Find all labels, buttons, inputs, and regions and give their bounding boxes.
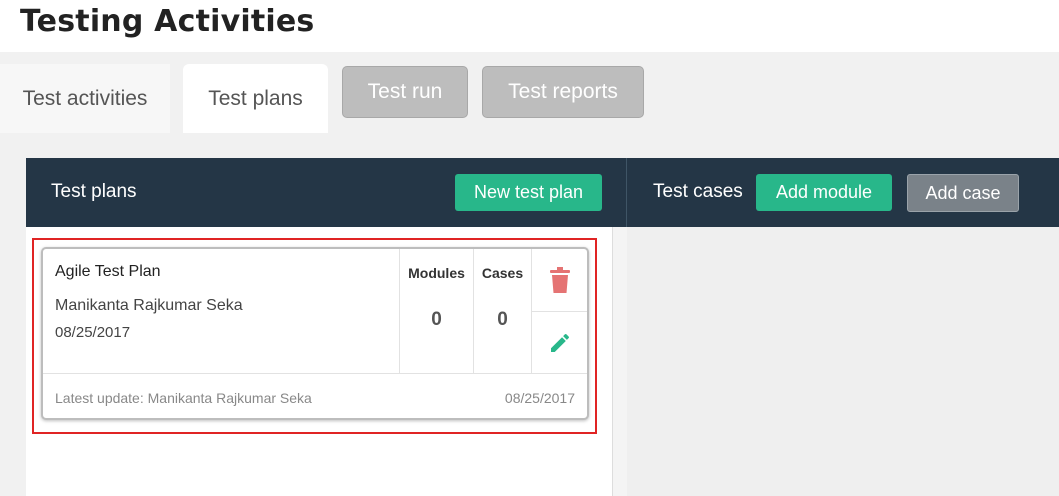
pencil-icon — [550, 333, 569, 352]
cases-count: 0 — [497, 309, 508, 330]
add-case-button[interactable]: Add case — [907, 174, 1019, 212]
add-module-button[interactable]: Add module — [756, 174, 892, 211]
plan-author: Manikanta Rajkumar Seka — [55, 297, 243, 314]
cases-label: Cases — [481, 265, 524, 281]
modules-count: 0 — [431, 309, 442, 330]
panel-separator — [612, 227, 628, 496]
divider — [43, 373, 587, 374]
modules-label: Modules — [408, 265, 465, 281]
latest-update-text: Latest update: Manikanta Rajkumar Seka — [55, 390, 312, 406]
delete-plan-button[interactable] — [532, 249, 587, 310]
new-test-plan-button[interactable]: New test plan — [455, 174, 602, 211]
test-plans-heading: Test plans — [51, 181, 137, 202]
test-cases-list — [627, 227, 1059, 496]
page-title: Testing Activities — [20, 4, 315, 39]
tab-test-activities[interactable]: Test activities — [0, 64, 170, 133]
plan-name: Agile Test Plan — [55, 263, 161, 280]
test-plan-card[interactable]: Agile Test Plan Manikanta Rajkumar Seka … — [41, 247, 589, 420]
trash-icon — [549, 266, 570, 293]
latest-update-date: 08/25/2017 — [504, 390, 575, 406]
header-divider — [626, 158, 627, 227]
test-cases-heading: Test cases — [653, 181, 743, 202]
edit-plan-button[interactable] — [532, 312, 587, 373]
tab-test-plans[interactable]: Test plans — [183, 64, 328, 133]
tab-test-run[interactable]: Test run — [342, 66, 468, 118]
plan-date: 08/25/2017 — [55, 324, 131, 341]
tab-test-reports[interactable]: Test reports — [482, 66, 644, 118]
